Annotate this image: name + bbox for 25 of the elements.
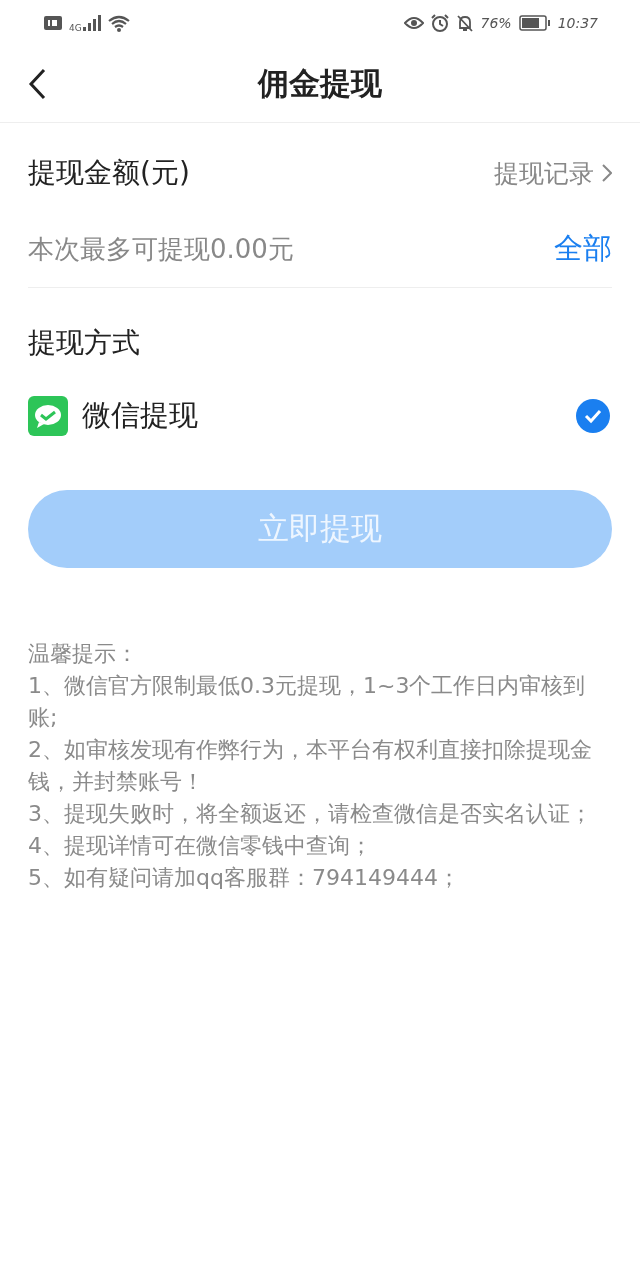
method-title: 提现方式 [28,325,141,361]
bell-off-icon [455,14,474,32]
eye-icon [403,16,424,30]
wechat-method-label: 微信提现 [82,397,199,434]
tip-text: 1、微信官方限制最低0.3元提现，1~3个工作日内审核到账; [28,672,587,732]
withdrawal-record-link[interactable]: 提现记录 [494,156,612,190]
battery-icon [518,15,551,31]
check-circle-icon[interactable] [576,399,610,433]
amount-label: 提现金额(元) [28,155,190,191]
page-title: 佣金提现 [258,64,382,103]
chevron-icon [602,164,612,182]
wifi-icon [107,14,130,32]
signal-icon [82,15,101,31]
clock-time: 10:37 [557,15,598,31]
tip-text: 温馨提示： [28,640,139,668]
withdraw-all-button[interactable]: 全部 [554,229,612,269]
tip-text: 3、提现失败时，将全额返还，请检查微信是否实名认证； [28,800,593,828]
chat-bubble-icon [28,396,68,436]
alarm-clock-icon [430,14,449,32]
tip-text: 5、如有疑问请加qq客服群：794149444； [28,864,461,892]
back-icon [28,68,46,100]
network-type: 4G [69,23,82,33]
battery-percent: 76% [480,15,512,31]
tip-text: 4、提现详情可在微信零钱中查询； [28,832,373,860]
tip-text: 2、如审核发现有作弊行为，本平台有权利直接扣除提现金钱，并封禁账号！ [28,736,593,796]
